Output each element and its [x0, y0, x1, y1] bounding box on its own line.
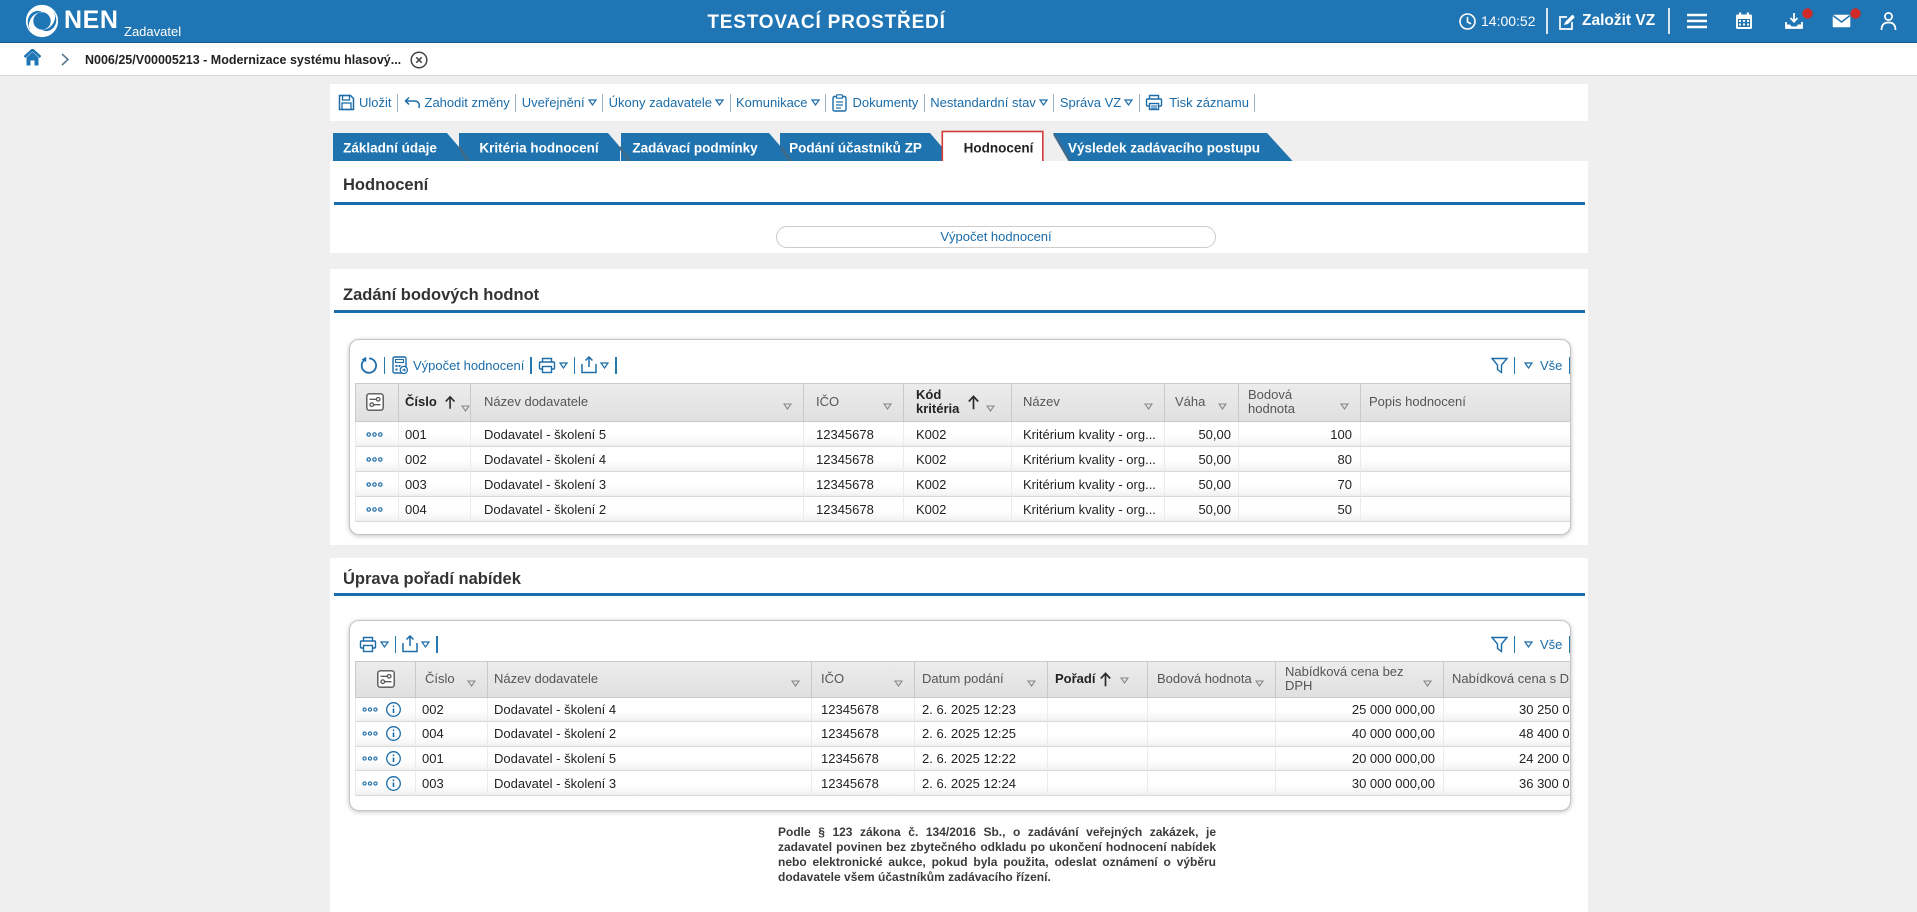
svg-text:Zadávací podmínky: Zadávací podmínky [632, 141, 758, 156]
svg-text:Základní údaje: Základní údaje [343, 141, 437, 156]
svg-text:Kritéria hodnocení: Kritéria hodnocení [479, 141, 600, 156]
svg-text:Podání účastníků ZP: Podání účastníků ZP [789, 141, 922, 156]
svg-text:Výsledek zadávacího postupu: Výsledek zadávacího postupu [1068, 141, 1260, 156]
svg-text:Hodnocení: Hodnocení [964, 141, 1035, 156]
